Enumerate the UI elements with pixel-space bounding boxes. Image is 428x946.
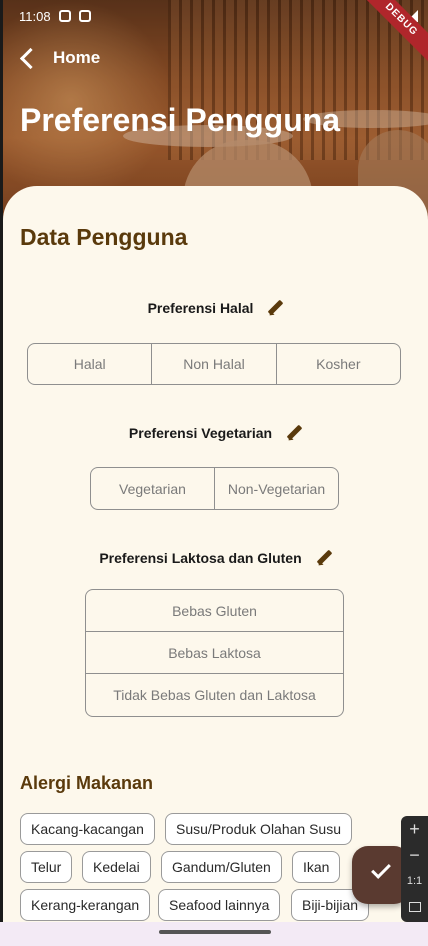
allergy-chip[interactable]: Kacang-kacangan xyxy=(20,813,155,845)
allergy-chip[interactable]: Telur xyxy=(20,851,73,883)
allergy-chip[interactable]: Gandum/Gluten xyxy=(161,851,282,883)
halal-pref-label: Preferensi Halal xyxy=(147,300,254,316)
halal-pref-label-row: Preferensi Halal xyxy=(3,300,428,316)
halal-option-non-halal[interactable]: Non Halal xyxy=(152,344,277,384)
edit-pencil-icon[interactable] xyxy=(286,425,302,441)
allergy-title: Alergi Makanan xyxy=(20,773,154,793)
allergy-chip[interactable]: Kedelai xyxy=(82,851,151,883)
zoom-in-button[interactable]: + xyxy=(401,816,428,842)
option-lactose-free[interactable]: Bebas Laktosa xyxy=(86,632,343,674)
back-arrow-icon[interactable] xyxy=(17,44,41,72)
shield-icon xyxy=(58,10,71,22)
allergy-chip[interactable]: Seafood lainnya xyxy=(158,889,281,921)
status-time: 11:08 xyxy=(19,8,51,24)
allergy-chip[interactable]: Susu/Produk Olahan Susu xyxy=(165,813,352,845)
preferences-card: Data Pengguna Preferensi Halal Halal Non… xyxy=(3,186,428,946)
lactose-gluten-pref-label-row: Preferensi Laktosa dan Gluten xyxy=(3,550,428,566)
zoom-out-button[interactable]: − xyxy=(401,842,428,868)
halal-option-kosher[interactable]: Kosher xyxy=(277,344,400,384)
option-gluten-free[interactable]: Bebas Gluten xyxy=(86,590,343,632)
vegetarian-option-vegetarian[interactable]: Vegetarian xyxy=(91,468,215,509)
halal-segmented-control: Halal Non Halal Kosher xyxy=(27,343,401,385)
lactose-gluten-options: Bebas Gluten Bebas Laktosa Tidak Bebas G… xyxy=(85,589,344,717)
lactose-gluten-pref-label: Preferensi Laktosa dan Gluten xyxy=(99,550,302,566)
halal-option-halal[interactable]: Halal xyxy=(28,344,153,384)
page-title: Preferensi Pengguna xyxy=(20,102,341,138)
edit-pencil-icon[interactable] xyxy=(316,550,332,566)
vegetarian-pref-label-row: Preferensi Vegetarian xyxy=(3,425,428,441)
vegetarian-segmented-control: Vegetarian Non-Vegetarian xyxy=(90,467,339,510)
gesture-bar-area xyxy=(0,922,428,946)
app-screen: 11:08 DEBUG Home Preferensi Pengguna Dat… xyxy=(3,0,428,946)
option-not-free[interactable]: Tidak Bebas Gluten dan Laktosa xyxy=(86,674,343,716)
top-nav: Home xyxy=(17,44,100,72)
allergy-chip[interactable]: Kerang-kerangan xyxy=(20,889,151,921)
vegetarian-pref-label: Preferensi Vegetarian xyxy=(128,425,273,441)
allergy-chip[interactable]: Ikan xyxy=(292,851,341,883)
notification-icon xyxy=(78,10,91,22)
vegetarian-option-non-vegetarian[interactable]: Non-Vegetarian xyxy=(215,468,338,509)
zoom-ratio-button[interactable]: 1:1 xyxy=(401,868,428,894)
gesture-handle[interactable] xyxy=(159,930,271,934)
back-label[interactable]: Home xyxy=(53,48,100,68)
zoom-controls: + − 1:1 xyxy=(401,816,428,922)
section-title: Data Pengguna xyxy=(20,224,188,250)
check-icon xyxy=(371,859,391,879)
status-bar: 11:08 xyxy=(19,6,418,26)
image-icon[interactable] xyxy=(408,902,421,912)
edit-pencil-icon[interactable] xyxy=(267,300,283,316)
